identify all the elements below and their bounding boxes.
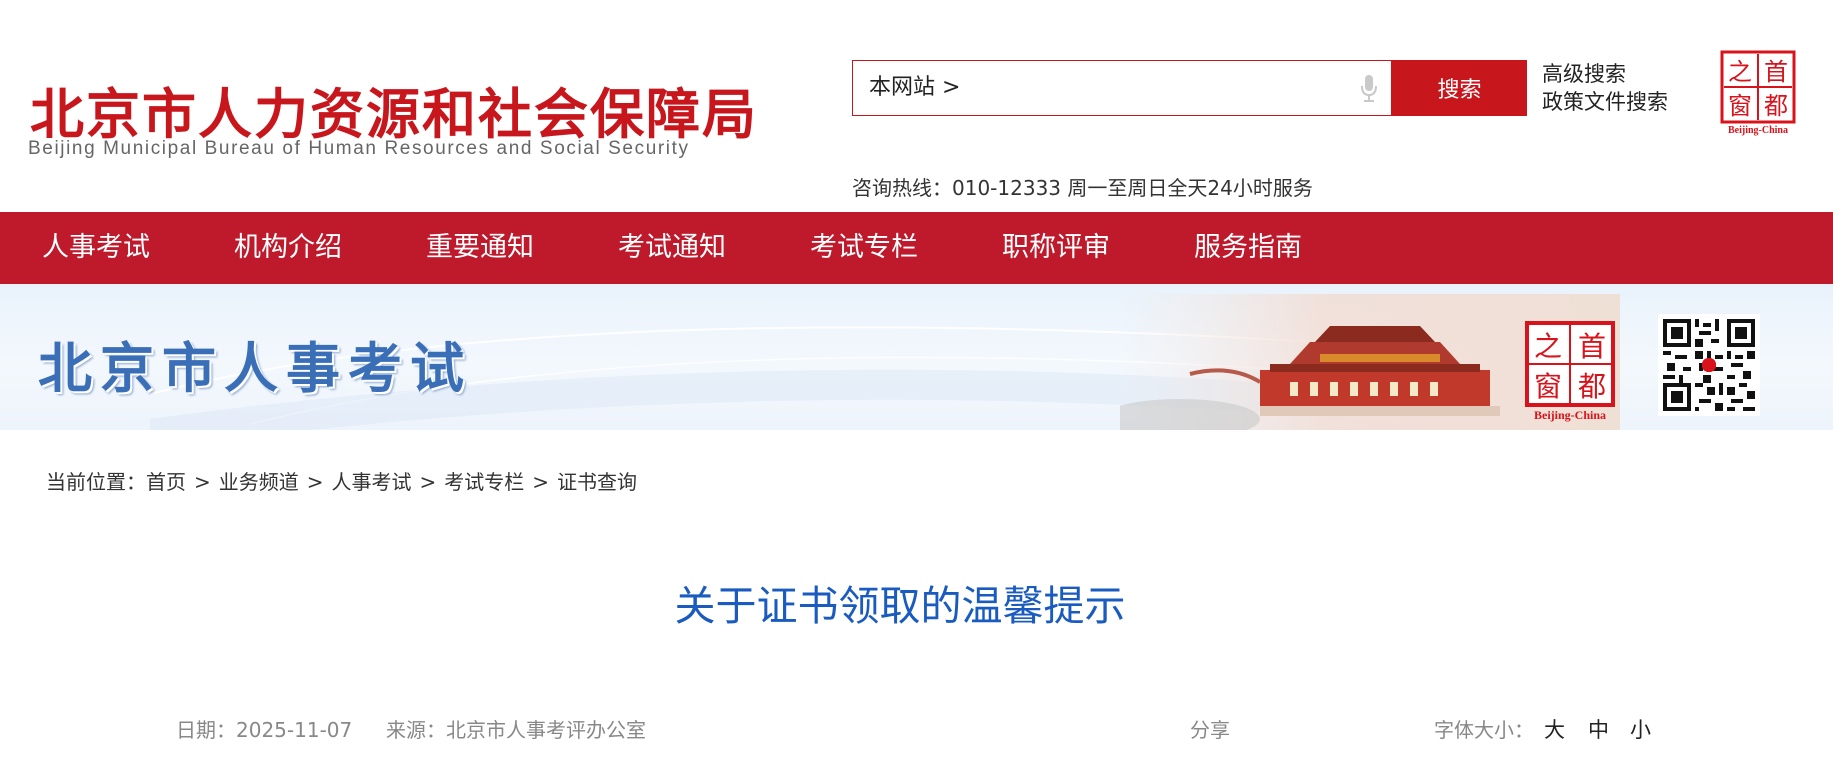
channel-banner: 北京市人事考试 之 首 窗 都 Beijing-China [0,284,1833,430]
main-nav: 人事考试 机构介绍 重要通知 考试通知 考试专栏 职称评审 服务指南 [0,212,1833,284]
article-title: 关于证书领取的温馨提示 [674,582,1126,630]
capital-window-logo[interactable]: 之 首 窗 都 Beijing-China [1720,50,1796,136]
site-header: 北京市人力资源和社会保障局 Beijing Municipal Bureau o… [0,0,1833,212]
logo-char: 窗 [1728,92,1752,120]
article-source: 来源：北京市人事考评办公室 [386,718,646,742]
logo-caption: Beijing-China [1534,408,1606,422]
breadcrumb-separator: > [532,470,550,494]
breadcrumb-item-personnel-exam[interactable]: 人事考试 [332,470,412,494]
breadcrumb: 当前位置：首页 > 业务频道 > 人事考试 > 考试专栏 > 证书查询 [46,466,637,495]
microphone-icon[interactable] [1359,73,1379,103]
article-content: 当前位置：首页 > 业务频道 > 人事考试 > 考试专栏 > 证书查询 关于证书领取的温馨提示 … [0,430,1800,759]
search-links: 高级搜索 政策文件搜索 [1542,60,1668,116]
logo-char: 之 [1728,58,1752,86]
qr-code-icon [1663,319,1755,411]
font-size-large-button[interactable]: 大 [1544,714,1565,744]
breadcrumb-separator: > [419,470,437,494]
nav-item-important-notices[interactable]: 重要通知 [426,212,534,284]
logo-caption: Beijing-China [1728,125,1788,136]
nav-item-exam-column[interactable]: 考试专栏 [810,212,918,284]
nav-item-about[interactable]: 机构介绍 [234,212,342,284]
advanced-search-link[interactable]: 高级搜索 [1542,60,1668,88]
logo-char: 之 [1534,330,1562,363]
search-box: 本网站 > [852,60,1392,116]
logo-char: 首 [1764,58,1788,86]
article-date: 日期：2025-11-07 [176,718,353,742]
breadcrumb-separator: > [306,470,324,494]
consult-hotline: 咨询热线：010-12333 周一至周日全天24小时服务 [852,176,1313,200]
qr-code[interactable] [1658,314,1760,416]
site-logo-subtitle: Beijing Municipal Bureau of Human Resour… [28,138,690,159]
policy-search-link[interactable]: 政策文件搜索 [1542,88,1668,116]
logo-char: 窗 [1534,370,1562,403]
breadcrumb-separator: > [194,470,211,494]
font-size-label: 字体大小： [1434,718,1534,742]
nav-item-exam-notices[interactable]: 考试通知 [618,212,726,284]
banner-title: 北京市人事考试 [38,337,472,400]
breadcrumb-item-certificate-query[interactable]: 证书查询 [557,470,637,494]
share-label[interactable]: 分享 [1190,714,1230,743]
logo-char: 都 [1578,370,1606,403]
banner-capital-logo: 之 首 窗 都 Beijing-China [1525,321,1615,422]
logo-char: 首 [1578,330,1606,363]
breadcrumb-item-business[interactable]: 业务频道 [219,470,299,494]
breadcrumb-prefix: 当前位置： [46,470,146,494]
font-size-small-button[interactable]: 小 [1630,714,1651,744]
search-input[interactable] [953,67,1293,109]
nav-item-service-guide[interactable]: 服务指南 [1194,212,1302,284]
nav-item-personnel-exam[interactable]: 人事考试 [42,212,150,284]
font-size-medium-button[interactable]: 中 [1588,714,1609,744]
breadcrumb-item-exam-column[interactable]: 考试专栏 [444,470,524,494]
search-scope-selector[interactable]: 本网站 > [869,69,960,101]
logo-char: 都 [1764,92,1788,120]
breadcrumb-item-home[interactable]: 首页 [146,470,186,494]
search-button[interactable]: 搜索 [1392,60,1527,116]
nav-item-title-review[interactable]: 职称评审 [1002,212,1110,284]
